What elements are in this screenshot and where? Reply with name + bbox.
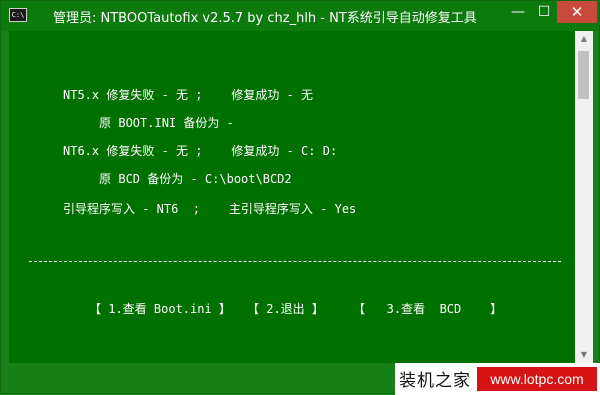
watermark-url: www.lotpc.com [477,367,597,391]
console-window: C:\ 管理员: NTBOOTautofix v2.5.7 by chz_hlh… [0,0,600,395]
nt5-status-line: NT5.x 修复失败 - 无 ; 修复成功 - 无 [63,88,314,102]
watermark-site-name: 装机之家 [399,371,471,391]
watermark: 装机之家 www.lotpc.com [395,363,600,395]
vertical-scrollbar[interactable]: ▲ ▼ [575,31,593,363]
menu-view-boot-ini[interactable]: 【 1.查看 Boot.ini 】 [89,300,231,317]
menu-view-bcd[interactable]: 【 3.查看 BCD 】 [353,300,502,317]
scrollbar-thumb[interactable] [578,51,589,99]
scroll-down-icon[interactable]: ▼ [575,347,593,363]
maximize-button[interactable]: ☐ [531,1,557,23]
menu-exit[interactable]: 【 2.退出 】 [247,300,324,317]
boot-ini-backup-line: 原 BOOT.INI 备份为 - [63,116,234,130]
scroll-up-icon[interactable]: ▲ [575,31,593,47]
window-title: 管理员: NTBOOTautofix v2.5.7 by chz_hlh - N… [53,11,477,26]
minimize-button[interactable]: — [505,1,531,23]
console-output: NT5.x 修复失败 - 无 ; 修复成功 - 无 原 BOOT.INI 备份为… [9,31,575,363]
bootloader-write-line: 引导程序写入 - NT6 ; 主引导程序写入 - Yes [63,202,357,216]
close-button[interactable]: ✕ [557,1,597,23]
title-bar[interactable]: C:\ 管理员: NTBOOTautofix v2.5.7 by chz_hlh… [1,1,599,31]
nt6-status-line: NT6.x 修复失败 - 无 ; 修复成功 - C: D: [63,144,338,158]
console-app-icon: C:\ [9,8,27,22]
divider-line [29,261,561,262]
bcd-backup-line: 原 BCD 备份为 - C:\boot\BCD2 [63,172,292,186]
